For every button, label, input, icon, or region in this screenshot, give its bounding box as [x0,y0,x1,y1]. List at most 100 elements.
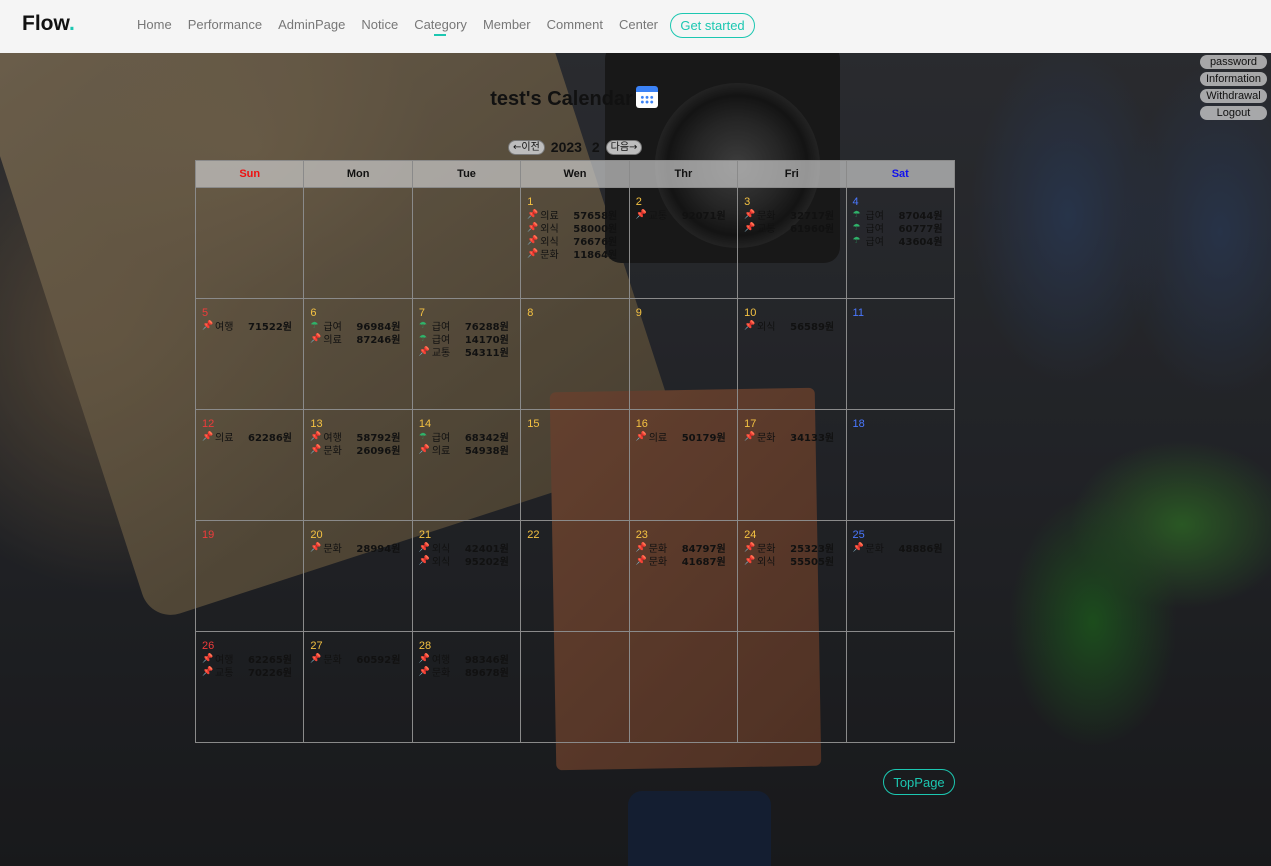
calendar-week-row: 19 20 📌 문화 28994원 21 📌 외식 42401원 📌 외식 95202원 22 23 📌 문화… [194,520,956,632]
weekday-mon: Mon [303,160,413,188]
calendar-day-cell[interactable]: 26 📌 여행 62265원 📌 교통 70226원 [194,631,305,743]
calendar-day-cell[interactable]: 14 ☂ 급여 68342원 📌 의료 54938원 [411,409,522,521]
withdrawal-link[interactable]: Withdrawal [1199,89,1267,103]
calendar-day-cell[interactable]: 22 [520,520,630,632]
calendar-day-cell[interactable]: 15 [520,409,630,521]
calendar-day-cell[interactable]: 2 📌 교통 92071원 [628,187,739,299]
calendar-day-cell[interactable]: 13 📌 여행 58792원 📌 문화 26096원 [303,409,413,521]
ledger-entry[interactable]: 📌 교통 70226원 [202,665,303,680]
calendar-day-cell[interactable]: 7 ☂ 급여 76288원 ☂ 급여 14170원 📌 교통 54311원 [411,298,522,410]
toppage-button[interactable]: TopPage [883,769,955,795]
calendar-day-cell[interactable]: 4 ☂ 급여 87044원 ☂ 급여 60777원 ☂ 급여 43604원 [845,187,956,299]
ledger-entry[interactable]: 📌 문화 89678원 [419,665,520,680]
calendar-day-cell[interactable]: 8 [520,298,630,410]
calendar-day-cell[interactable]: 23 📌 문화 84797원 📌 문화 41687원 [628,520,739,632]
nav-member[interactable]: Member [483,17,531,32]
ledger-entry[interactable]: 📌 교통 54311원 [419,345,520,360]
calendar-week-row: 26 📌 여행 62265원 📌 교통 70226원 27 📌 문화 60592원 28 📌 여행 9834… [194,631,956,743]
ledger-entry[interactable]: 📌 의료 62286원 [202,430,303,445]
ledger-entry[interactable]: 📌 교통 61960원 [744,221,845,236]
calendar-day-cell[interactable]: 10 📌 외식 56589원 [737,298,847,410]
year-label: 2023 [550,139,582,155]
calendar-day-cell[interactable]: 20 📌 문화 28994원 [303,520,413,632]
nav-adminpage[interactable]: AdminPage [278,17,345,32]
ledger-entry[interactable]: 📌 문화 48886원 [852,541,954,556]
entry-amount: 28994원 [356,544,401,555]
ledger-entry[interactable]: 📌 외식 55505원 [744,554,845,569]
entry-category: 교통 [215,668,234,679]
weekday-fri: Fri [737,160,847,188]
calendar-day-cell[interactable]: 11 [845,298,956,410]
get-started-button[interactable]: Get started [670,13,755,38]
entry-category: 문화 [648,557,668,568]
pushpin-icon: 📌 [310,653,322,664]
pushpin-icon: 📌 [202,320,214,331]
ledger-entry[interactable]: 📌 문화 26096원 [310,443,411,458]
nav-performance[interactable]: Performance [188,17,262,32]
logo[interactable]: Flow. [22,12,75,36]
pushpin-icon: 📌 [527,222,539,233]
entry-category: 외식 [431,557,451,568]
ledger-entry[interactable]: 📌 교통 92071원 [636,208,737,223]
next-month-button[interactable]: 다음→ [605,139,643,155]
nav-notice[interactable]: Notice [361,17,398,32]
entry-category: 의료 [648,433,668,444]
ledger-entry[interactable]: 📌 의료 87246원 [310,332,411,347]
calendar-day-cell[interactable]: 12 📌 의료 62286원 [194,409,305,521]
calendar-day-cell[interactable]: 1 📌 의료 57658원 📌 외식 58000원 📌 외식 76676원 📌 문화 11864원 [520,187,630,299]
pushpin-icon: 📌 [852,542,864,553]
month-label: 2 [591,139,600,155]
calendar-day-cell[interactable]: 17 📌 문화 34133원 [737,409,847,521]
entry-category: 급여 [865,237,884,248]
calendar-day-cell[interactable]: 24 📌 문화 25323원 📌 외식 55505원 [737,520,847,632]
entry-category: 교통 [648,211,668,222]
calendar-empty-cell [628,631,739,743]
nav-comment[interactable]: Comment [547,17,603,32]
calendar-day-cell[interactable]: 25 📌 문화 48886원 [845,520,956,632]
day-number: 8 [527,307,534,319]
calendar-day-cell[interactable]: 19 [194,520,305,632]
password-link[interactable]: password [1199,55,1267,69]
prev-month-button[interactable]: ←이전 [508,139,545,155]
ledger-entry[interactable]: 📌 여행 71522원 [202,319,303,334]
entry-category: 문화 [540,250,559,261]
nav-center[interactable]: Center [619,17,658,32]
entry-category: 의료 [215,433,234,444]
pushpin-icon: 📌 [418,444,431,455]
umbrella-icon: ☂ [852,222,861,233]
information-link[interactable]: Information [1199,72,1267,86]
ledger-entry[interactable]: 📌 의료 54938원 [418,443,520,458]
logout-link[interactable]: Logout [1199,106,1267,120]
ledger-entry[interactable]: 📌 문화 60592원 [310,652,411,667]
nav-home[interactable]: Home [137,17,172,32]
calendar-empty-cell [411,187,522,299]
pushpin-icon: 📌 [635,555,647,566]
calendar-day-cell[interactable]: 28 📌 여행 98346원 📌 문화 89678원 [411,631,522,743]
calendar-day-cell[interactable]: 16 📌 의료 50179원 [628,409,739,521]
entry-category: 문화 [865,544,884,555]
ledger-entry[interactable]: 📌 문화 34133원 [744,430,845,445]
calendar-day-cell[interactable]: 6 ☂ 급여 96984원 📌 의료 87246원 [303,298,413,410]
ledger-entry[interactable]: 📌 외식 56589원 [744,319,845,334]
pushpin-icon: 📌 [744,222,756,233]
entry-amount: 92071원 [681,211,726,222]
calendar-day-cell[interactable]: 5 📌 여행 71522원 [194,298,305,410]
nav-category[interactable]: Category [414,17,467,36]
calendar-day-cell[interactable]: 18 [845,409,956,521]
calendar-day-cell[interactable]: 9 [628,298,739,410]
ledger-entry[interactable]: 📌 문화 41687원 [635,554,737,569]
ledger-entry[interactable]: 📌 외식 95202원 [419,554,520,569]
ledger-entry[interactable]: 📌 의료 50179원 [636,430,737,445]
calendar-icon [635,86,658,108]
entry-amount: 89678원 [464,668,509,679]
ledger-entry[interactable]: 📌 문화 11864원 [527,247,628,262]
calendar-day-cell[interactable]: 3 📌 문화 32717원 📌 교통 61960원 [737,187,847,299]
ledger-entry[interactable]: ☂ 급여 43604원 [853,234,954,249]
weekday-sun: Sun [194,160,305,188]
calendar-day-cell[interactable]: 27 📌 문화 60592원 [303,631,413,743]
calendar-grid: Sun Mon Tue Wen Thr Fri Sat 1 📌 의료 57658원 📌 외… [194,160,956,743]
ledger-entry[interactable]: 📌 문화 28994원 [310,541,411,556]
entry-amount: 43604원 [898,237,943,248]
pushpin-icon: 📌 [310,444,322,455]
calendar-day-cell[interactable]: 21 📌 외식 42401원 📌 외식 95202원 [411,520,522,632]
